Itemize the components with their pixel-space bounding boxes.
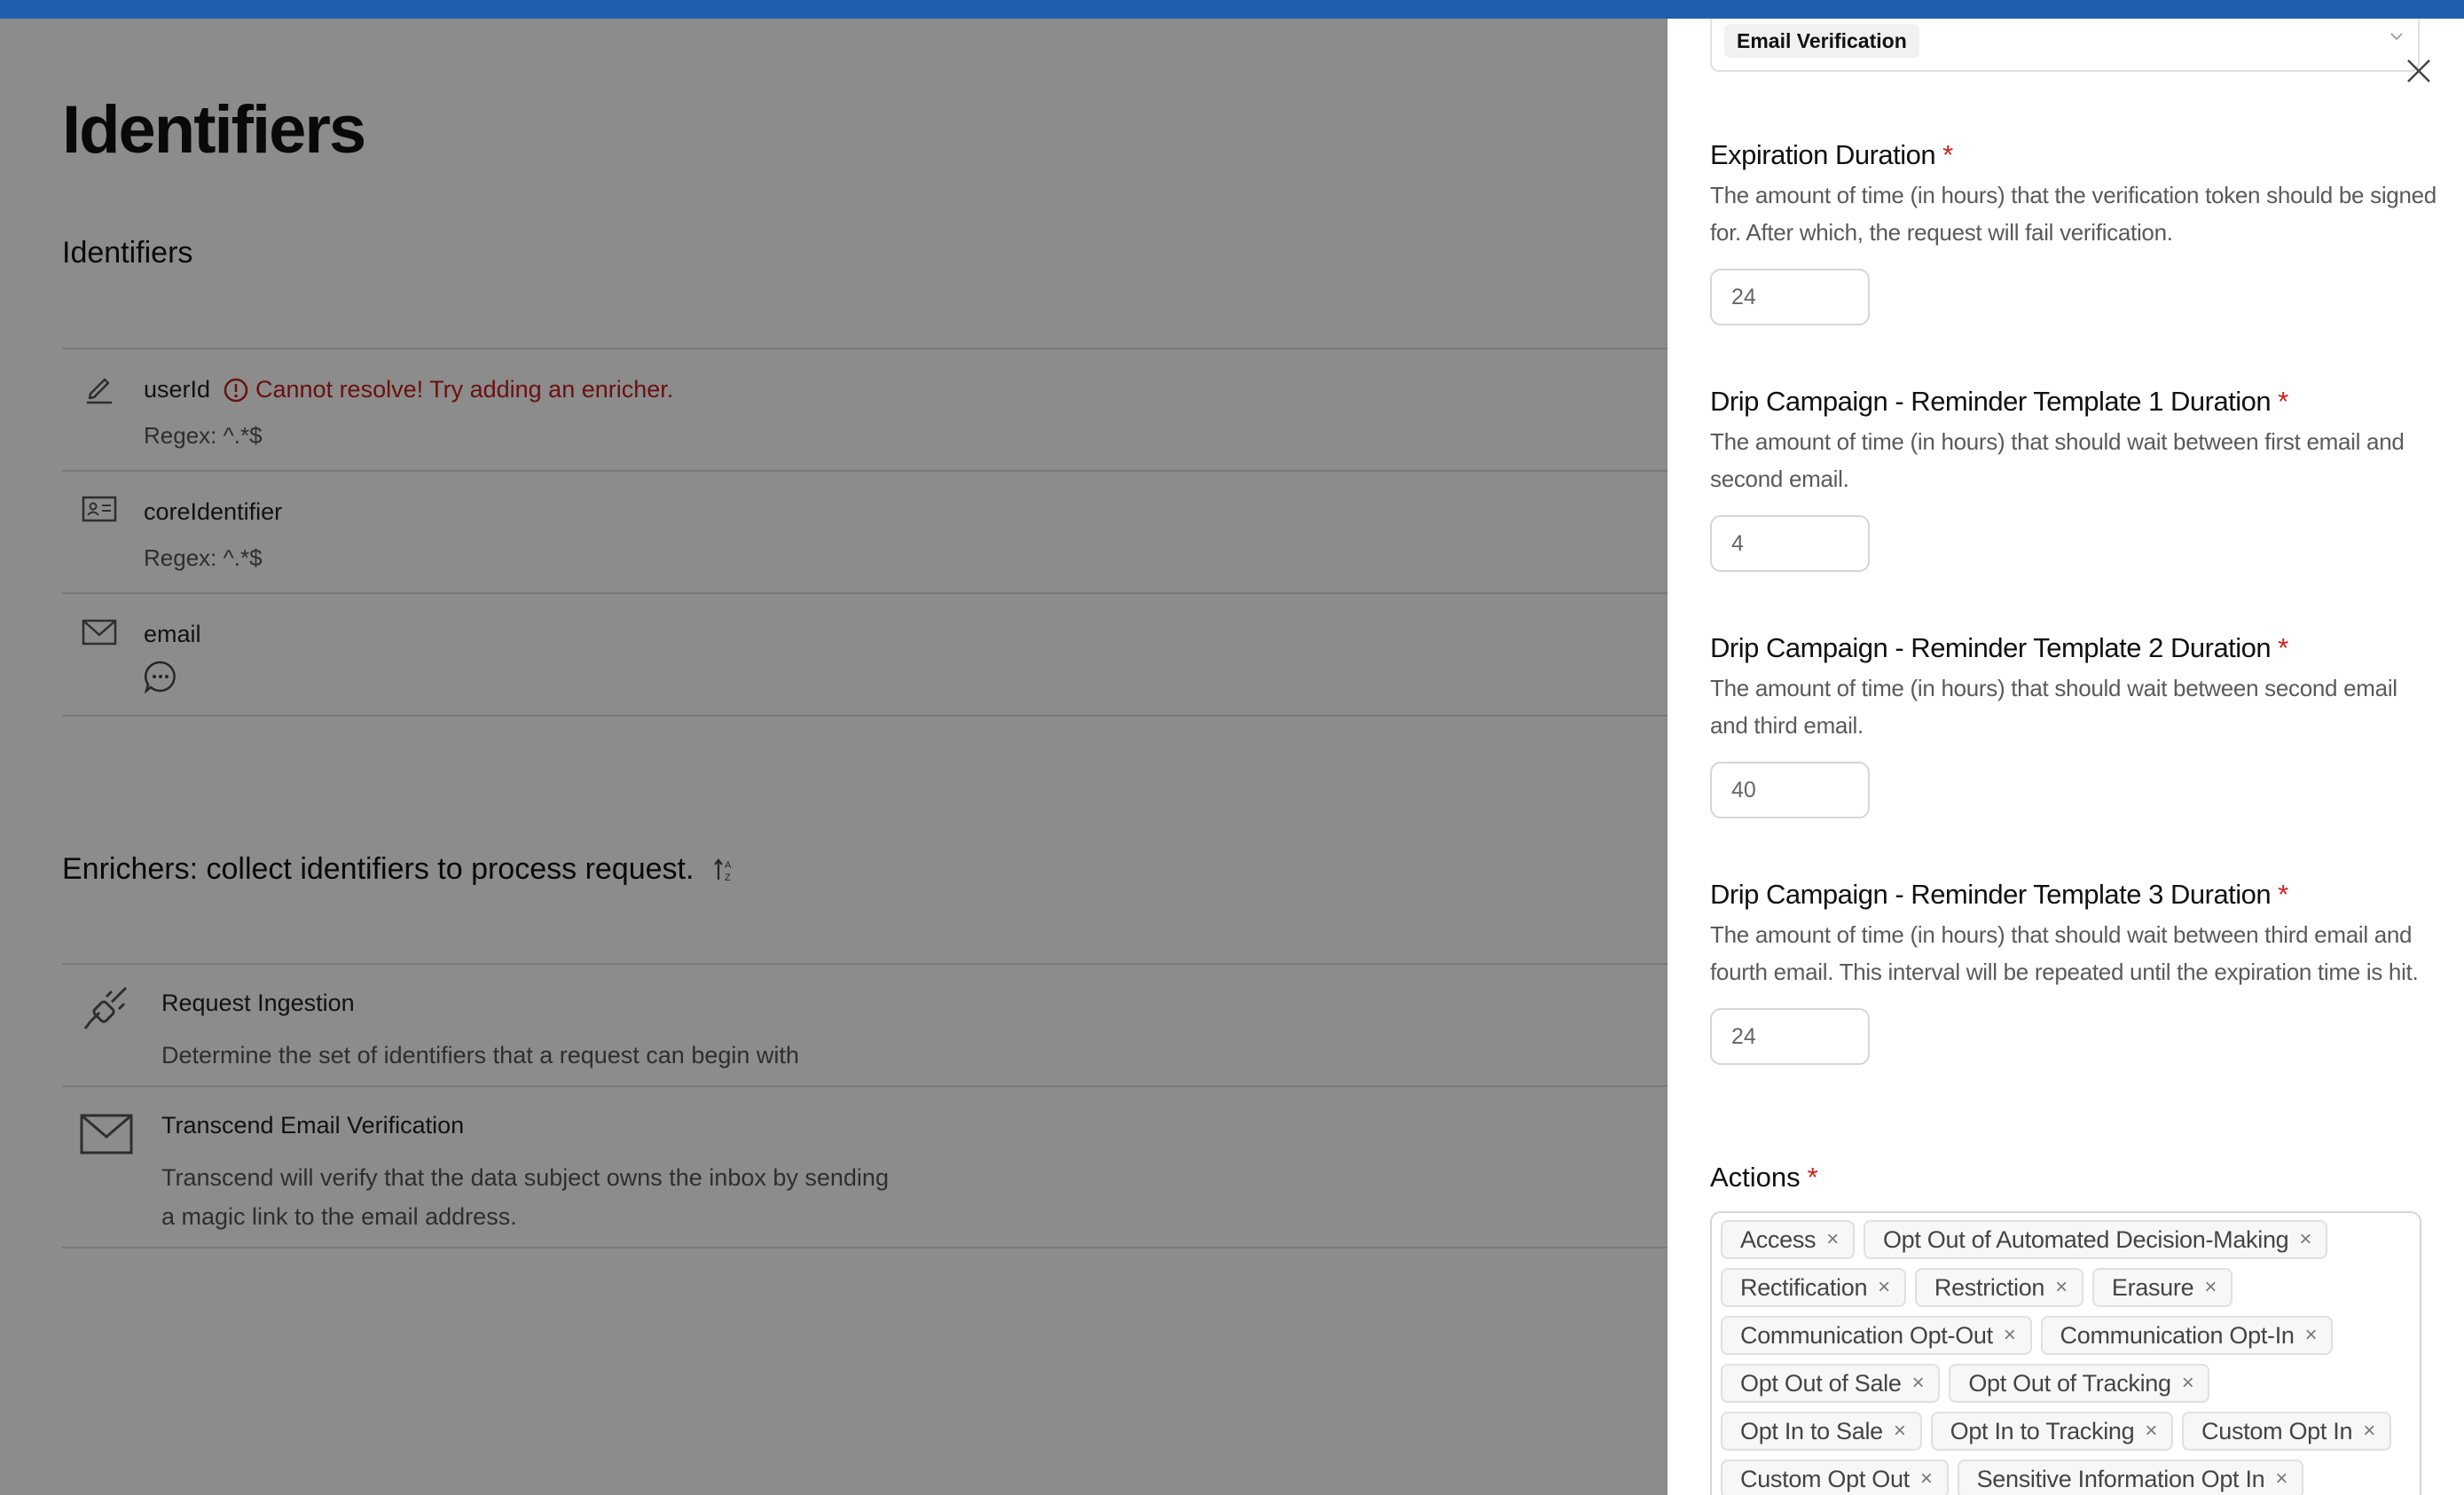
action-tag: Sensitive Information Opt In × [1957, 1460, 2304, 1495]
tag-remove-icon[interactable]: × [2004, 1323, 2016, 1348]
expiration-duration-field: Expiration Duration * The amount of time … [1710, 139, 2437, 325]
action-tag: Access × [1721, 1220, 1855, 1259]
required-marker: * [1807, 1162, 1818, 1193]
required-marker: * [1942, 139, 1953, 170]
required-marker: * [2278, 386, 2288, 417]
field-help: The amount of time (in hours) that shoul… [1710, 428, 2405, 492]
action-tag: Restriction × [1914, 1268, 2083, 1307]
tag-row: Custom Opt Out × Sensitive Information Op… [1721, 1460, 2411, 1495]
field-help: The amount of time (in hours) that shoul… [1710, 675, 2397, 739]
action-tag: Communication Opt-In × [2040, 1316, 2334, 1355]
field-label: Drip Campaign - Reminder Template 1 Dura… [1710, 386, 2288, 417]
action-tag: Opt Out of Automated Decision-Making × [1863, 1220, 2328, 1259]
tag-row: Communication Opt-Out × Communication Opt… [1721, 1316, 2411, 1355]
tag-remove-icon[interactable]: × [2182, 1371, 2194, 1396]
action-tag: Opt In to Tracking × [1930, 1412, 2174, 1451]
tag-remove-icon[interactable]: × [2204, 1275, 2217, 1300]
actions-multiselect[interactable]: Access × Opt Out of Automated Decision-Ma… [1710, 1211, 2421, 1495]
action-tag: Opt In to Sale × [1721, 1412, 1922, 1451]
tag-remove-icon[interactable]: × [1920, 1467, 1933, 1491]
action-tag: Custom Opt In × [2182, 1412, 2391, 1451]
tag-remove-icon[interactable]: × [1894, 1419, 1906, 1444]
action-tag: Opt Out of Sale × [1721, 1364, 1941, 1403]
enricher-type-value: Email Verification [1724, 24, 1919, 58]
action-tag: Erasure × [2091, 1268, 2233, 1307]
tag-remove-icon[interactable]: × [2305, 1323, 2318, 1348]
tag-remove-icon[interactable]: × [1912, 1371, 1925, 1396]
action-tag: Rectification × [1721, 1268, 1906, 1307]
modal-backdrop[interactable] [0, 19, 1668, 1495]
field-label: Drip Campaign - Reminder Template 3 Dura… [1710, 879, 2288, 910]
tag-row: Opt In to Sale × Opt In to Tracking × Cust… [1721, 1412, 2411, 1451]
expiration-duration-input[interactable] [1710, 269, 1870, 325]
field-label: Expiration Duration * [1710, 139, 1953, 170]
tag-row: Access × Opt Out of Automated Decision-Ma… [1721, 1220, 2411, 1259]
tag-remove-icon[interactable]: × [2363, 1419, 2375, 1444]
tag-row: Rectification × Restriction × Erasure × [1721, 1268, 2411, 1307]
field-help: The amount of time (in hours) that shoul… [1710, 921, 2419, 985]
required-marker: * [2278, 879, 2288, 910]
tag-remove-icon[interactable]: × [2055, 1275, 2068, 1300]
required-marker: * [2278, 632, 2288, 663]
tag-remove-icon[interactable]: × [2145, 1419, 2157, 1444]
tag-remove-icon[interactable]: × [2275, 1467, 2287, 1491]
chevron-down-icon [2390, 33, 2403, 41]
reminder-template-2-duration-input[interactable] [1710, 762, 1870, 818]
reminder-template-3-duration-input[interactable] [1710, 1008, 1870, 1065]
field-help: The amount of time (in hours) that the v… [1710, 182, 2437, 246]
top-bar [0, 0, 2464, 19]
tag-row: Opt Out of Sale × Opt Out of Tracking × [1721, 1364, 2411, 1403]
reminder-template-1-duration-field: Drip Campaign - Reminder Template 1 Dura… [1710, 386, 2437, 572]
close-icon[interactable] [2404, 56, 2434, 86]
action-tag: Communication Opt-Out × [1721, 1316, 2032, 1355]
action-tag: Custom Opt Out × [1721, 1460, 1949, 1495]
tag-remove-icon[interactable]: × [1826, 1227, 1839, 1252]
field-label: Drip Campaign - Reminder Template 2 Dura… [1710, 632, 2288, 663]
actions-label: Actions * [1710, 1162, 1818, 1193]
tag-remove-icon[interactable]: × [2299, 1227, 2311, 1252]
reminder-template-2-duration-field: Drip Campaign - Reminder Template 2 Dura… [1710, 632, 2437, 818]
reminder-template-1-duration-input[interactable] [1710, 515, 1870, 572]
enricher-type-select[interactable]: Email Verification [1710, 19, 2420, 72]
enricher-settings-drawer: Email Verification Expiration Duration * … [1668, 19, 2464, 1495]
action-tag: Opt Out of Tracking × [1949, 1364, 2210, 1403]
reminder-template-3-duration-field: Drip Campaign - Reminder Template 3 Dura… [1710, 879, 2437, 1065]
tag-remove-icon[interactable]: × [1878, 1275, 1890, 1300]
